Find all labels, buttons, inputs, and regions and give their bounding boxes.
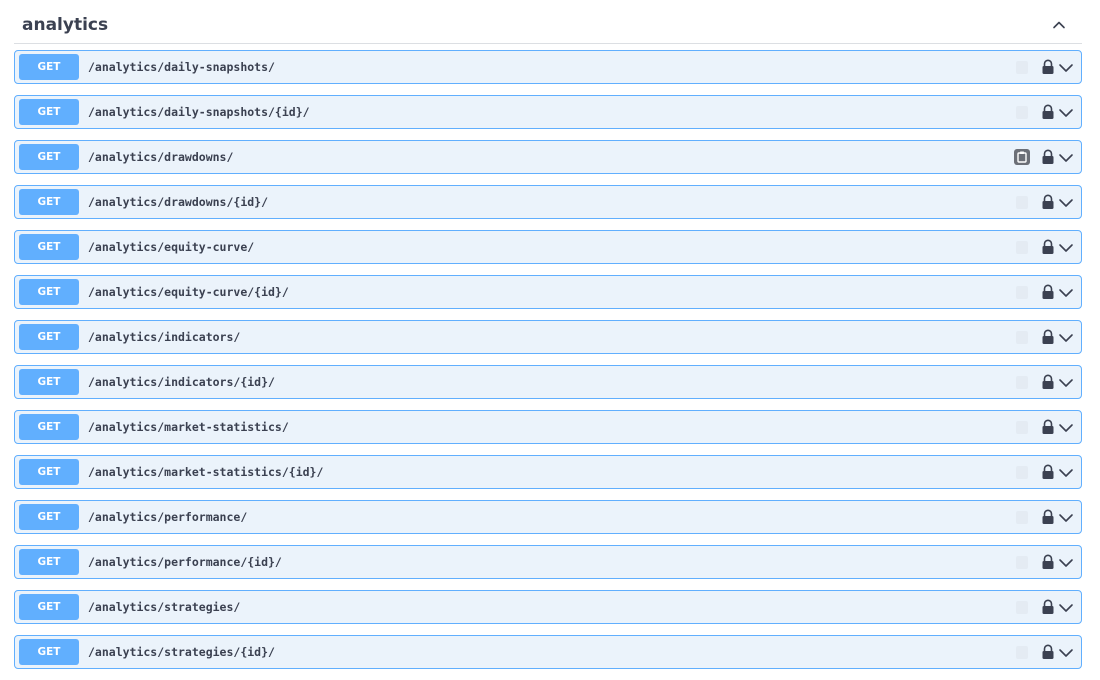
chevron-down-icon[interactable] (1058, 420, 1074, 434)
chevron-down-icon[interactable] (1058, 195, 1074, 209)
clipboard-icon[interactable] (1015, 644, 1029, 660)
lock-icon[interactable] (1041, 644, 1055, 660)
section-title: analytics (22, 15, 109, 35)
clipboard-icon[interactable] (1015, 374, 1029, 390)
operation-path: /analytics/daily-snapshots/ (88, 60, 275, 74)
method-badge: GET (19, 324, 79, 350)
lock-icon[interactable] (1041, 284, 1055, 300)
operation-path: /analytics/drawdowns/{id}/ (88, 195, 269, 209)
clipboard-icon[interactable] (1015, 554, 1029, 570)
operation-row[interactable]: GET /analytics/strategies/{id}/ (14, 635, 1082, 669)
method-badge: GET (19, 504, 79, 530)
operation-path: /analytics/drawdowns/ (88, 150, 234, 164)
lock-icon[interactable] (1041, 104, 1055, 120)
operation-path: /analytics/equity-curve/{id}/ (88, 285, 289, 299)
operations-list: GET /analytics/daily-snapshots/ GET /ana… (14, 50, 1082, 680)
chevron-down-icon[interactable] (1058, 645, 1074, 659)
chevron-down-icon[interactable] (1058, 555, 1074, 569)
clipboard-icon[interactable] (1015, 329, 1029, 345)
lock-icon[interactable] (1041, 194, 1055, 210)
method-badge: GET (19, 54, 79, 80)
operation-row[interactable]: GET /analytics/drawdowns/{id}/ (14, 185, 1082, 219)
operation-path: /analytics/daily-snapshots/{id}/ (88, 105, 310, 119)
clipboard-icon[interactable] (1015, 419, 1029, 435)
lock-icon[interactable] (1041, 599, 1055, 615)
clipboard-icon[interactable] (1015, 239, 1029, 255)
chevron-down-icon[interactable] (1058, 285, 1074, 299)
chevron-down-icon[interactable] (1058, 60, 1074, 74)
method-badge: GET (19, 459, 79, 485)
method-badge: GET (19, 234, 79, 260)
chevron-down-icon[interactable] (1058, 465, 1074, 479)
clipboard-icon[interactable] (1015, 59, 1029, 75)
operation-row[interactable]: GET /analytics/indicators/ (14, 320, 1082, 354)
operation-path: /analytics/market-statistics/{id}/ (88, 465, 324, 479)
lock-icon[interactable] (1041, 374, 1055, 390)
chevron-down-icon[interactable] (1058, 330, 1074, 344)
operation-row[interactable]: GET /analytics/drawdowns/ (14, 140, 1082, 174)
chevron-down-icon[interactable] (1058, 150, 1074, 164)
lock-icon[interactable] (1041, 419, 1055, 435)
operation-row[interactable]: GET /analytics/daily-snapshots/ (14, 50, 1082, 84)
method-badge: GET (19, 99, 79, 125)
operation-row[interactable]: GET /analytics/performance/{id}/ (14, 545, 1082, 579)
clipboard-icon[interactable] (1015, 509, 1029, 525)
operation-row[interactable]: GET /analytics/market-statistics/ (14, 410, 1082, 444)
method-badge: GET (19, 594, 79, 620)
lock-icon[interactable] (1041, 149, 1055, 165)
operation-row[interactable]: GET /analytics/equity-curve/{id}/ (14, 275, 1082, 309)
operation-path: /analytics/strategies/{id}/ (88, 645, 275, 659)
method-badge: GET (19, 369, 79, 395)
lock-icon[interactable] (1041, 239, 1055, 255)
lock-icon[interactable] (1041, 554, 1055, 570)
method-badge: GET (19, 639, 79, 665)
operation-path: /analytics/strategies/ (88, 600, 241, 614)
operation-row[interactable]: GET /analytics/indicators/{id}/ (14, 365, 1082, 399)
clipboard-icon[interactable] (1015, 194, 1029, 210)
operation-row[interactable]: GET /analytics/performance/ (14, 500, 1082, 534)
operation-path: /analytics/indicators/{id}/ (88, 375, 275, 389)
clipboard-icon[interactable] (1015, 284, 1029, 300)
lock-icon[interactable] (1041, 464, 1055, 480)
chevron-down-icon[interactable] (1058, 375, 1074, 389)
clipboard-icon[interactable] (1013, 148, 1031, 166)
section-header[interactable]: analytics (14, 0, 1082, 44)
method-badge: GET (19, 144, 79, 170)
operation-path: /analytics/performance/{id}/ (88, 555, 282, 569)
method-badge: GET (19, 549, 79, 575)
method-badge: GET (19, 189, 79, 215)
clipboard-icon[interactable] (1015, 464, 1029, 480)
operation-row[interactable]: GET /analytics/strategies/ (14, 590, 1082, 624)
operation-path: /analytics/equity-curve/ (88, 240, 255, 254)
operation-row[interactable]: GET /analytics/daily-snapshots/{id}/ (14, 95, 1082, 129)
operation-path: /analytics/performance/ (88, 510, 248, 524)
chevron-down-icon[interactable] (1058, 240, 1074, 254)
operation-row[interactable]: GET /analytics/equity-curve/ (14, 230, 1082, 264)
chevron-down-icon[interactable] (1058, 600, 1074, 614)
method-badge: GET (19, 414, 79, 440)
operation-path: /analytics/indicators/ (88, 330, 241, 344)
chevron-up-icon[interactable] (1050, 16, 1068, 34)
clipboard-icon[interactable] (1015, 104, 1029, 120)
lock-icon[interactable] (1041, 59, 1055, 75)
method-badge: GET (19, 279, 79, 305)
operation-row[interactable]: GET /analytics/market-statistics/{id}/ (14, 455, 1082, 489)
operation-path: /analytics/market-statistics/ (88, 420, 289, 434)
chevron-down-icon[interactable] (1058, 105, 1074, 119)
clipboard-icon[interactable] (1015, 599, 1029, 615)
lock-icon[interactable] (1041, 509, 1055, 525)
chevron-down-icon[interactable] (1058, 510, 1074, 524)
lock-icon[interactable] (1041, 329, 1055, 345)
